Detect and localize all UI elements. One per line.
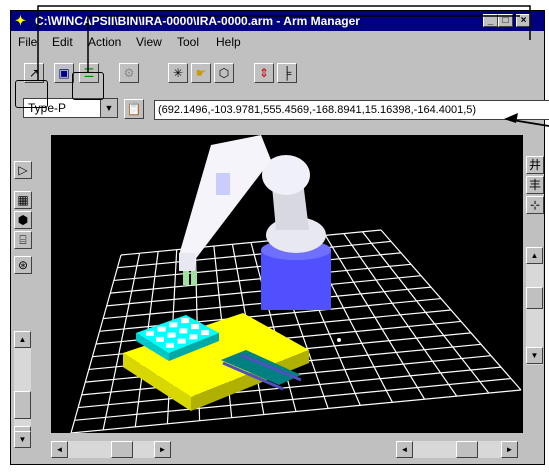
callout-lines <box>37 5 549 127</box>
callout-line-2 <box>87 15 520 72</box>
arrow-head-icon <box>504 113 518 123</box>
callout-line-1 <box>37 5 531 80</box>
